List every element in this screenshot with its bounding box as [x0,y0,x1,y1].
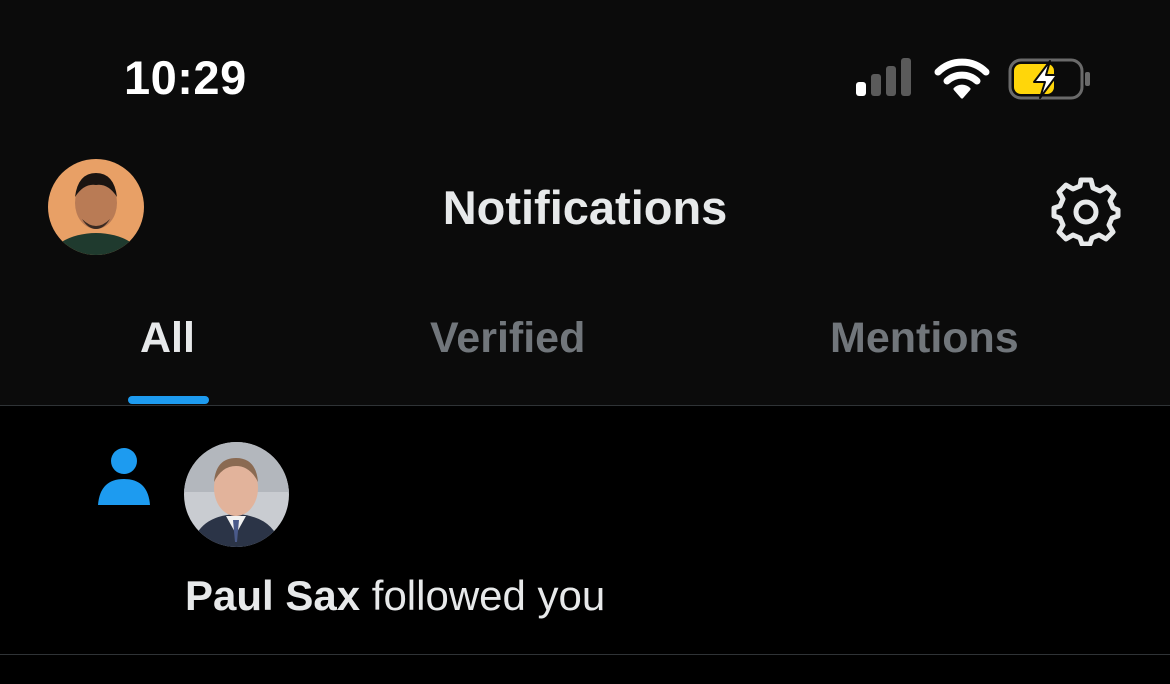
header-area: 10:29 Notifications All Verified Mention… [0,0,1170,405]
user-avatar[interactable] [184,442,289,547]
status-time: 10:29 [124,51,247,104]
tab-verified[interactable]: Verified [430,314,585,363]
cellular-signal-icon [856,58,911,96]
divider [0,654,1170,655]
user-name[interactable]: Paul Sax [185,572,360,619]
gear-icon[interactable] [1050,174,1122,246]
notification-text: Paul Sax followed you [185,572,605,620]
divider [0,405,1170,406]
tab-mentions[interactable]: Mentions [830,314,1019,363]
wifi-icon [934,58,990,99]
notification-action: followed you [371,572,606,619]
person-icon [98,448,150,505]
tab-all[interactable]: All [140,314,195,363]
battery-charging-icon [1008,58,1090,100]
active-tab-indicator [128,396,209,404]
page-title: Notifications [442,181,728,234]
